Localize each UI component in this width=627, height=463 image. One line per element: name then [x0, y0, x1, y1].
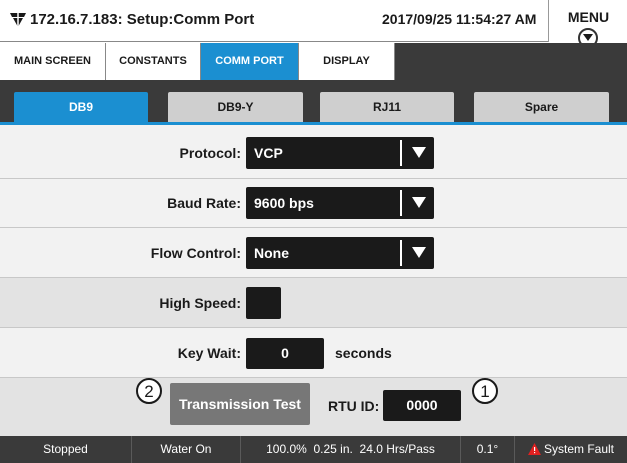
dropdown-separator: [400, 190, 402, 216]
protocol-value: VCP: [254, 145, 283, 161]
status-depth: 0.25 in.: [313, 442, 353, 456]
tab-constants[interactable]: CONSTANTS: [106, 43, 201, 80]
menu-button[interactable]: MENU: [548, 0, 627, 48]
transmission-row: [0, 378, 627, 436]
baud-rate-label: Baud Rate:: [167, 195, 241, 211]
port-tab-spare[interactable]: Spare: [474, 92, 609, 124]
dropdown-separator: [400, 240, 402, 266]
baud-rate-dropdown[interactable]: 9600 bps: [246, 187, 434, 219]
baud-rate-row: Baud Rate: 9600 bps: [0, 179, 627, 228]
chevron-down-icon: [412, 197, 426, 208]
key-wait-label: Key Wait:: [177, 345, 241, 361]
protocol-row: Protocol: VCP: [0, 125, 627, 179]
key-wait-input[interactable]: 0: [246, 338, 324, 369]
chevron-down-icon: [412, 147, 426, 158]
menu-label: MENU: [567, 9, 610, 25]
transmission-test-button[interactable]: Transmission Test: [170, 383, 310, 425]
status-state: Stopped: [0, 436, 132, 463]
status-fault[interactable]: System Fault: [515, 436, 627, 463]
protocol-dropdown[interactable]: VCP: [246, 137, 434, 169]
status-water: Water On: [132, 436, 241, 463]
port-tab-db9-y[interactable]: DB9-Y: [168, 92, 303, 124]
rtu-id-label: RTU ID:: [328, 398, 380, 414]
callout-marker: 1: [472, 378, 498, 404]
datetime: 2017/09/25 11:54:27 AM: [382, 11, 537, 27]
status-pass-info: 100.0% 0.25 in. 24.0 Hrs/Pass: [241, 436, 461, 463]
tab-comm-port[interactable]: COMM PORT: [201, 43, 299, 80]
high-speed-checkbox[interactable]: [246, 287, 281, 319]
high-speed-row: High Speed:: [0, 278, 627, 328]
flow-control-dropdown[interactable]: None: [246, 237, 434, 269]
flow-control-value: None: [254, 245, 289, 261]
window-title: 172.16.7.183: Setup:Comm Port: [30, 11, 255, 28]
flow-control-label: Flow Control:: [150, 245, 241, 261]
port-tab-bar: DB9 DB9-Y RJ11 Spare: [0, 80, 627, 124]
logo-icon: [10, 13, 26, 27]
port-tab-rj11[interactable]: RJ11: [320, 92, 454, 124]
chevron-down-icon: [412, 247, 426, 258]
status-bar: Stopped Water On 100.0% 0.25 in. 24.0 Hr…: [0, 436, 627, 463]
tab-display[interactable]: DISPLAY: [299, 43, 395, 80]
protocol-label: Protocol:: [179, 145, 241, 161]
high-speed-label: High Speed:: [159, 295, 241, 311]
tab-main-screen[interactable]: MAIN SCREEN: [0, 43, 106, 80]
status-percent: 100.0%: [266, 442, 307, 456]
status-pass-time: 24.0 Hrs/Pass: [359, 442, 435, 456]
rtu-id-input[interactable]: 0000: [383, 390, 461, 421]
callout-marker: 2: [136, 378, 162, 404]
dropdown-separator: [400, 140, 402, 166]
title-bar: 172.16.7.183: Setup:Comm Port 2017/09/25…: [0, 0, 627, 48]
flow-control-row: Flow Control: None: [0, 228, 627, 278]
status-angle: 0.1°: [461, 436, 515, 463]
baud-rate-value: 9600 bps: [254, 195, 314, 211]
key-wait-unit: seconds: [335, 345, 392, 361]
status-fault-label: System Fault: [543, 442, 615, 456]
top-tab-bar: MAIN SCREEN CONSTANTS COMM PORT DISPLAY: [0, 43, 627, 80]
warning-icon: [527, 443, 541, 455]
key-wait-row: Key Wait: 0 seconds: [0, 328, 627, 378]
port-tab-db9[interactable]: DB9: [14, 92, 148, 124]
